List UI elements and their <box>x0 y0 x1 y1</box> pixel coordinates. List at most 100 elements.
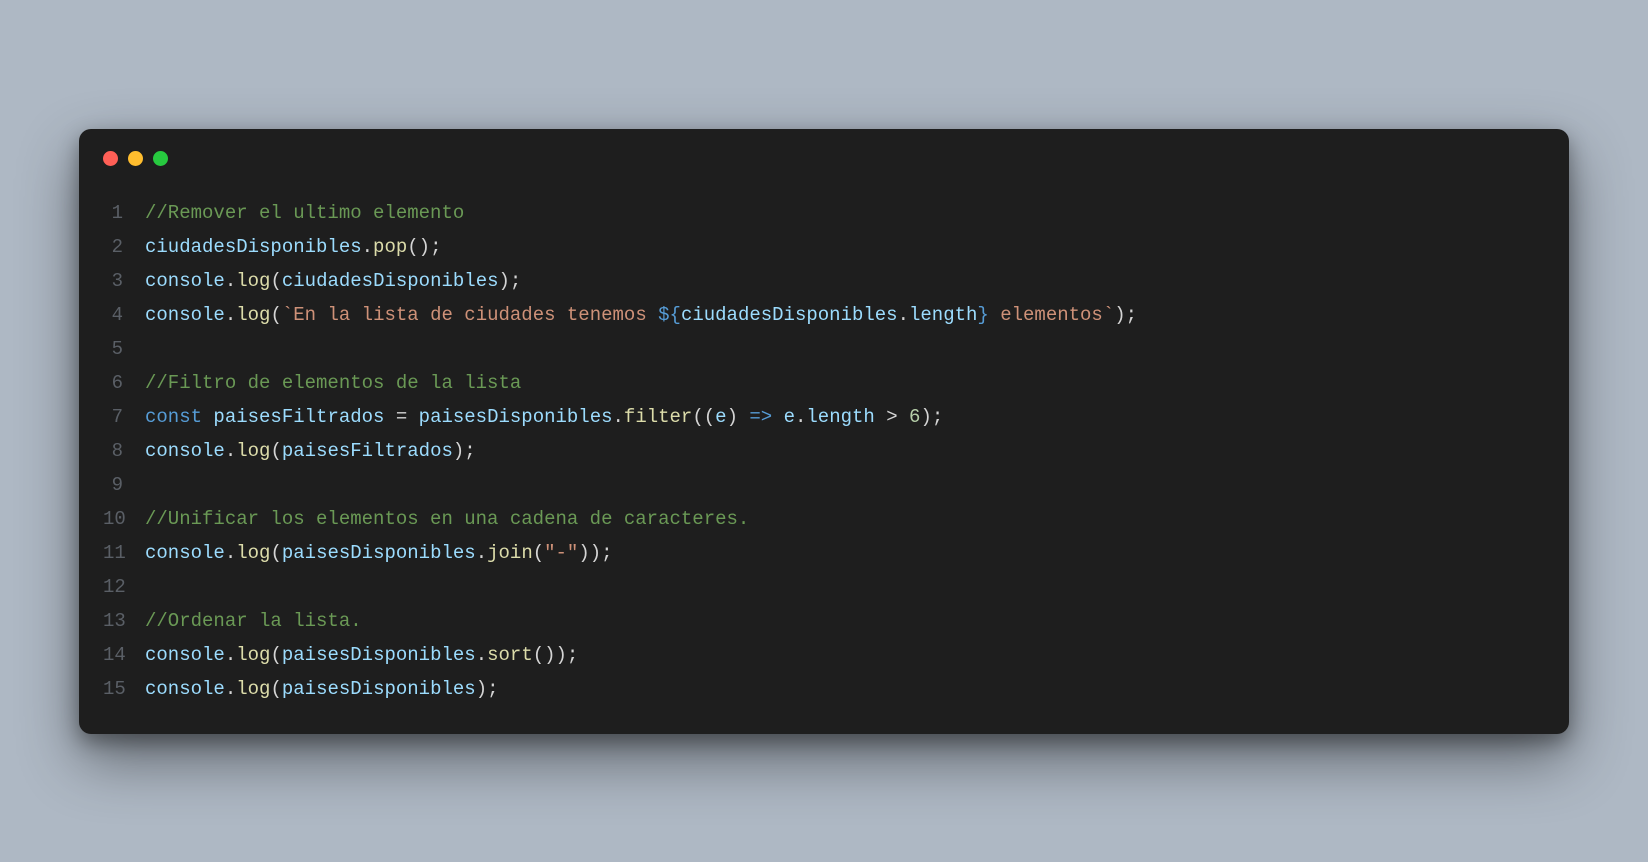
line-number: 7 <box>103 400 145 434</box>
code-line[interactable]: 10//Unificar los elementos en una cadena… <box>103 502 1545 536</box>
code-line[interactable]: 1//Remover el ultimo elemento <box>103 196 1545 230</box>
code-line[interactable]: 3console.log(ciudadesDisponibles); <box>103 264 1545 298</box>
token: . <box>476 644 487 666</box>
token: "-" <box>544 542 578 564</box>
line-number: 8 <box>103 434 145 468</box>
code-line[interactable]: 11console.log(paisesDisponibles.join("-"… <box>103 536 1545 570</box>
line-number: 3 <box>103 264 145 298</box>
token: length <box>909 304 977 326</box>
token: console <box>145 440 225 462</box>
token: 6 <box>909 406 920 428</box>
token: . <box>898 304 909 326</box>
token: (( <box>692 406 715 428</box>
line-number: 13 <box>103 604 145 638</box>
token: console <box>145 678 225 700</box>
window-titlebar <box>79 129 1569 166</box>
token: = <box>384 406 418 428</box>
code-line[interactable]: 2ciudadesDisponibles.pop(); <box>103 230 1545 264</box>
token: paisesDisponibles <box>419 406 613 428</box>
code-content[interactable]: console. log(`En la lista de ciudades ten… <box>145 298 1137 332</box>
window-maximize-dot[interactable] <box>153 151 168 166</box>
token: . <box>225 678 236 700</box>
code-line[interactable]: 14console.log(paisesDisponibles.sort()); <box>103 638 1545 672</box>
token <box>202 406 213 428</box>
token: pop <box>373 236 407 258</box>
token: log <box>236 270 270 292</box>
token: (); <box>407 236 441 258</box>
line-number: 15 <box>103 672 145 706</box>
window-close-dot[interactable] <box>103 151 118 166</box>
code-content[interactable]: ciudadesDisponibles.pop(); <box>145 230 441 264</box>
token: sort <box>487 644 533 666</box>
token: )); <box>578 542 612 564</box>
token: ( <box>270 644 281 666</box>
token: join <box>487 542 533 564</box>
code-line[interactable]: 5 <box>103 332 1545 366</box>
token: ${ <box>658 304 681 326</box>
code-line[interactable]: 13//Ordenar la lista. <box>103 604 1545 638</box>
token: console <box>145 542 225 564</box>
token: . <box>362 236 373 258</box>
token: paisesDisponibles <box>282 542 476 564</box>
line-number: 2 <box>103 230 145 264</box>
token <box>772 406 783 428</box>
code-content[interactable]: console.log(paisesDisponibles.sort()); <box>145 638 578 672</box>
line-number: 10 <box>103 502 145 536</box>
code-content[interactable]: console.log(paisesDisponibles.join("-"))… <box>145 536 613 570</box>
code-editor[interactable]: 1//Remover el ultimo elemento2ciudadesDi… <box>79 166 1569 734</box>
token: > <box>875 406 909 428</box>
code-line[interactable]: 6//Filtro de elementos de la lista <box>103 366 1545 400</box>
token: ); <box>499 270 522 292</box>
token: length <box>806 406 874 428</box>
token: ciudadesDisponibles <box>681 304 898 326</box>
token: //Filtro de elementos de la lista <box>145 372 521 394</box>
line-number: 12 <box>103 570 145 604</box>
code-content[interactable]: console.log(ciudadesDisponibles); <box>145 264 521 298</box>
token: log <box>236 678 270 700</box>
token: . <box>225 644 236 666</box>
window-minimize-dot[interactable] <box>128 151 143 166</box>
code-content[interactable]: //Remover el ultimo elemento <box>145 196 464 230</box>
code-line[interactable]: 12 <box>103 570 1545 604</box>
token: . <box>613 406 624 428</box>
token: ); <box>1114 304 1137 326</box>
code-line[interactable]: 4console. log(`En la lista de ciudades te… <box>103 298 1545 332</box>
token: ( <box>533 542 544 564</box>
token: //Ordenar la lista. <box>145 610 362 632</box>
token: e <box>715 406 726 428</box>
token: filter <box>624 406 692 428</box>
token: log <box>236 304 270 326</box>
line-number: 14 <box>103 638 145 672</box>
code-content[interactable]: //Filtro de elementos de la lista <box>145 366 521 400</box>
code-content[interactable]: const paisesFiltrados = paisesDisponible… <box>145 400 943 434</box>
token: console <box>145 304 225 326</box>
code-line[interactable]: 9 <box>103 468 1545 502</box>
token: ); <box>920 406 943 428</box>
token: . <box>795 406 806 428</box>
token: log <box>236 644 270 666</box>
code-line[interactable]: 8console.log(paisesFiltrados); <box>103 434 1545 468</box>
token: console <box>145 644 225 666</box>
token: ()); <box>533 644 579 666</box>
token: . <box>225 440 236 462</box>
token: //Remover el ultimo elemento <box>145 202 464 224</box>
code-line[interactable]: 7const paisesFiltrados = paisesDisponibl… <box>103 400 1545 434</box>
code-content[interactable]: console.log(paisesFiltrados); <box>145 434 476 468</box>
code-line[interactable]: 15console.log(paisesDisponibles); <box>103 672 1545 706</box>
token: ( <box>270 270 281 292</box>
token: `En la lista de ciudades tenemos <box>282 304 658 326</box>
token: . <box>225 270 236 292</box>
token: //Unificar los elementos en una cadena d… <box>145 508 749 530</box>
line-number: 6 <box>103 366 145 400</box>
token: ); <box>476 678 499 700</box>
code-content[interactable]: console.log(paisesDisponibles); <box>145 672 499 706</box>
line-number: 4 <box>103 298 145 332</box>
code-content[interactable]: //Ordenar la lista. <box>145 604 362 638</box>
token: log <box>236 440 270 462</box>
token: } <box>977 304 988 326</box>
line-number: 5 <box>103 332 145 366</box>
code-content[interactable]: //Unificar los elementos en una cadena d… <box>145 502 749 536</box>
token: elementos` <box>989 304 1114 326</box>
token: ( <box>270 304 281 326</box>
token: . <box>476 542 487 564</box>
